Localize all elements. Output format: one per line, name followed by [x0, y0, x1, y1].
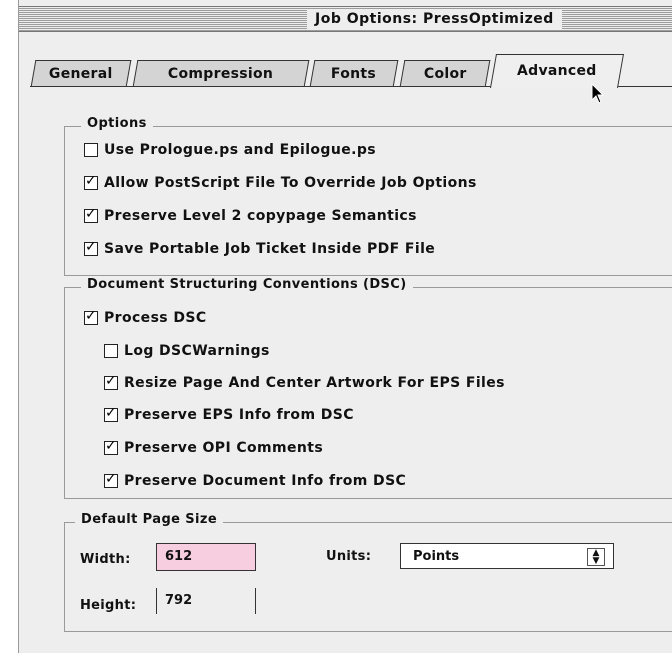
preserve-copypage-checkbox[interactable]: Preserve Level 2 copypage Semantics — [84, 206, 417, 224]
checkbox-label: Allow PostScript File To Override Job Op… — [104, 175, 477, 191]
checkbox-label: Process DSC — [104, 310, 207, 326]
options-legend: Options — [81, 116, 153, 131]
select-arrows-icon: ▲ ▼ — [587, 548, 605, 566]
tab-compression[interactable]: Compression — [132, 60, 310, 87]
units-select[interactable]: Points ▲ ▼ — [400, 543, 614, 569]
process-dsc-checkbox[interactable]: Process DSC — [84, 308, 207, 326]
checkbox-label: Preserve OPI Comments — [124, 440, 324, 456]
checkbox-box[interactable] — [104, 344, 118, 358]
height-label: Height: — [80, 598, 137, 613]
window-title: Job Options: PressOptimized — [307, 9, 562, 29]
preserve-eps-info-checkbox[interactable]: Preserve EPS Info from DSC — [104, 405, 354, 423]
checkbox-box[interactable] — [84, 143, 98, 157]
checkbox-label: Preserve EPS Info from DSC — [124, 407, 354, 423]
checkbox-label: Preserve Level 2 copypage Semantics — [104, 208, 417, 224]
page-size-group: Default Page Size — [64, 512, 672, 632]
tab-color[interactable]: Color — [399, 60, 491, 87]
width-label: Width: — [80, 552, 131, 567]
log-dsc-warnings-checkbox[interactable]: Log DSCWarnings — [104, 343, 270, 359]
checkbox-box[interactable] — [84, 239, 98, 256]
allow-postscript-override-checkbox[interactable]: Allow PostScript File To Override Job Op… — [84, 173, 477, 191]
width-field[interactable]: 612 — [156, 543, 256, 571]
use-prologue-checkbox[interactable]: Use Prologue.ps and Epilogue.ps — [84, 142, 376, 158]
tab-general[interactable]: General — [30, 60, 132, 87]
checkbox-box[interactable] — [84, 206, 98, 223]
checkbox-label: Use Prologue.ps and Epilogue.ps — [104, 142, 376, 158]
checkbox-box[interactable] — [104, 373, 118, 390]
checkbox-box[interactable] — [84, 308, 98, 325]
checkbox-box[interactable] — [84, 173, 98, 190]
tab-fonts[interactable]: Fonts — [309, 60, 399, 87]
checkbox-box[interactable] — [104, 438, 118, 455]
checkbox-label: Preserve Document Info from DSC — [124, 473, 407, 489]
units-label: Units: — [326, 549, 372, 564]
page-size-legend: Default Page Size — [75, 512, 224, 527]
units-selected-value: Points — [413, 549, 460, 564]
mouse-pointer-icon — [591, 83, 605, 104]
checkbox-box[interactable] — [104, 405, 118, 422]
checkbox-label: Resize Page And Center Artwork For EPS F… — [124, 375, 505, 391]
checkbox-label: Log DSCWarnings — [124, 343, 270, 359]
resize-page-eps-checkbox[interactable]: Resize Page And Center Artwork For EPS F… — [104, 373, 505, 391]
checkbox-label: Save Portable Job Ticket Inside PDF File — [104, 241, 436, 257]
save-job-ticket-checkbox[interactable]: Save Portable Job Ticket Inside PDF File — [84, 239, 436, 257]
preserve-opi-comments-checkbox[interactable]: Preserve OPI Comments — [104, 438, 324, 456]
title-bar[interactable]: Job Options: PressOptimized — [19, 6, 672, 32]
checkbox-box[interactable] — [104, 471, 118, 488]
preserve-document-info-checkbox[interactable]: Preserve Document Info from DSC — [104, 471, 407, 489]
height-field[interactable]: 792 — [156, 588, 256, 614]
dsc-legend: Document Structuring Conventions (DSC) — [81, 277, 413, 292]
